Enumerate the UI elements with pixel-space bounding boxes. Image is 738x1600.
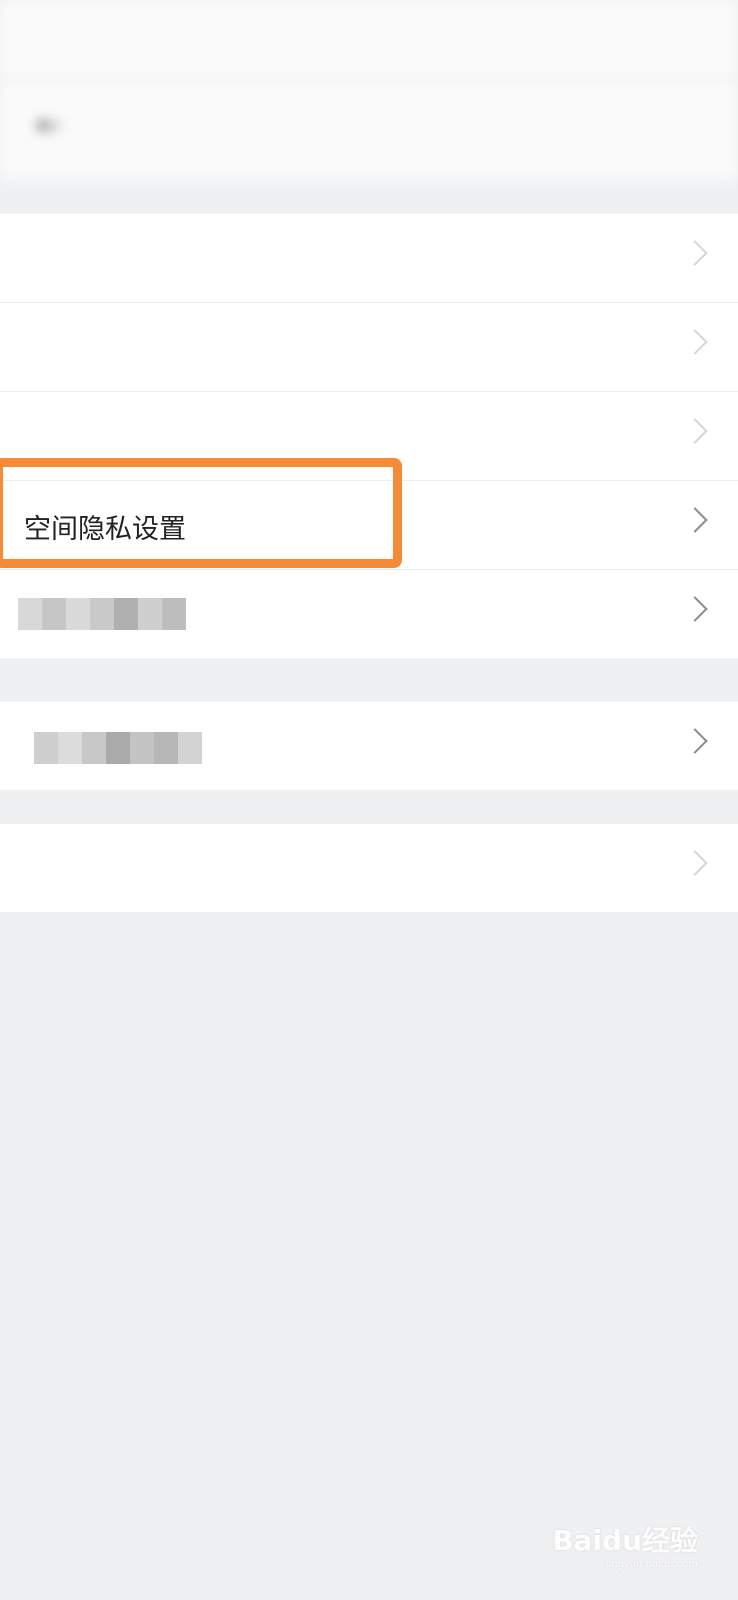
page-header: ← <box>0 80 738 180</box>
chevron-right-icon <box>682 728 708 754</box>
space-privacy-settings-label: 空间隐私设置 <box>24 514 186 545</box>
settings-group-2 <box>0 702 738 790</box>
pixelated-label <box>34 732 202 764</box>
space-privacy-settings-row[interactable]: 空间隐私设置 <box>0 481 738 570</box>
chevron-right-icon <box>682 596 708 622</box>
settings-row-7[interactable] <box>0 824 738 912</box>
chevron-right-icon <box>682 329 708 355</box>
watermark-url: jingyan.baidu.com <box>605 1559 698 1570</box>
settings-group-1: 空间隐私设置 <box>0 214 738 658</box>
settings-group-3 <box>0 824 738 912</box>
settings-row-6[interactable] <box>0 702 738 790</box>
chevron-right-icon <box>682 240 708 266</box>
settings-row-3[interactable] <box>0 392 738 481</box>
watermark-brand: Baidu经验 <box>552 1524 698 1557</box>
chevron-right-icon <box>682 507 708 533</box>
chevron-right-icon <box>682 850 708 876</box>
settings-row-1[interactable] <box>0 214 738 303</box>
settings-row-2[interactable] <box>0 303 738 392</box>
baidu-jingyan-watermark: Baidu经验 jingyan.baidu.com <box>552 1519 698 1570</box>
chevron-right-icon <box>682 418 708 444</box>
pixelated-label <box>18 598 186 630</box>
status-bar <box>0 0 738 80</box>
back-arrow-icon[interactable]: ← <box>36 108 61 143</box>
settings-row-5[interactable] <box>0 570 738 658</box>
